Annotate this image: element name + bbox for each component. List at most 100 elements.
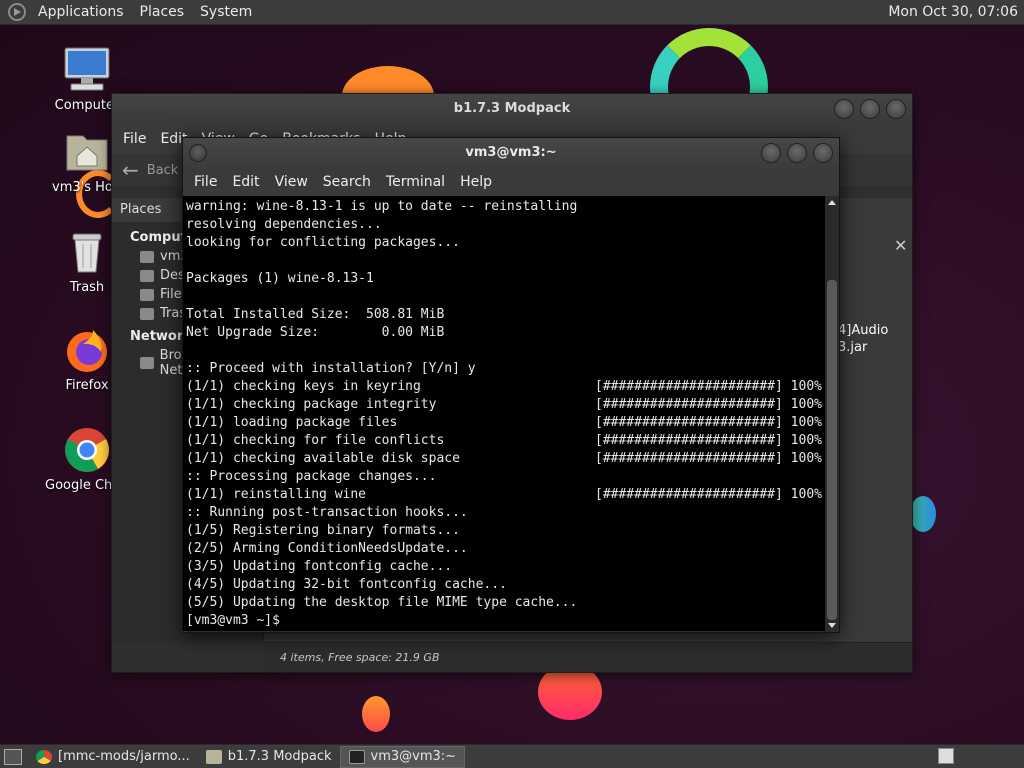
panel-clock[interactable]: Mon Oct 30, 07:06: [888, 0, 1018, 25]
terminal-line-text: Total Installed Size: 508.81 MiB: [186, 307, 445, 322]
scrollbar-thumb[interactable]: [827, 280, 837, 620]
terminal-line: (1/1) checking keys in keyring [#########…: [186, 378, 826, 396]
close-icon[interactable]: ✕: [894, 236, 907, 255]
minimize-button[interactable]: [761, 143, 781, 163]
home-icon: [140, 250, 154, 263]
scroll-up-icon[interactable]: [828, 200, 836, 205]
fm-menu-file[interactable]: File: [116, 131, 153, 147]
chrome-icon: [36, 749, 52, 764]
terminal-line-text: resolving dependencies...: [186, 217, 382, 232]
terminal-icon: [348, 749, 365, 764]
taskbar-item-terminal[interactable]: vm3@vm3:~: [339, 745, 466, 768]
term-menu-edit[interactable]: Edit: [225, 174, 267, 190]
wallpaper-blob: [362, 696, 390, 732]
term-menu-file[interactable]: File: [187, 174, 225, 190]
back-arrow-icon[interactable]: ←: [122, 158, 139, 182]
terminal-line-text: [vm3@vm3 ~]$: [186, 613, 288, 628]
terminal-line-text: (2/5) Arming ConditionNeedsUpdate...: [186, 541, 468, 556]
terminal-line-text: Net Upgrade Size: 0.00 MiB: [186, 325, 445, 340]
terminal-line-text: (1/1) checking keys in keyring: [186, 379, 421, 394]
applications-menu[interactable]: Applications: [30, 0, 132, 25]
terminal-progress-bar: [######################] 100%: [595, 433, 822, 448]
terminal-line-text: :: Running post-transaction hooks...: [186, 505, 468, 520]
terminal-progress-bar: [######################] 100%: [595, 487, 822, 502]
term-menu-search[interactable]: Search: [316, 174, 379, 190]
terminal-line: Total Installed Size: 508.81 MiB: [186, 306, 826, 324]
show-desktop-icon[interactable]: [4, 748, 22, 765]
term-menu-help[interactable]: Help: [453, 174, 500, 190]
chrome-icon: [63, 426, 111, 474]
file-label-line: 3.jar: [838, 340, 868, 355]
file-item-label[interactable]: 4]Audio 3.jar: [838, 322, 888, 356]
terminal-line: (4/5) Updating 32-bit fontconfig cache..…: [186, 576, 826, 594]
firefox-icon: [63, 326, 111, 374]
file-manager-statusbar: 4 items, Free space: 21.9 GB: [264, 642, 912, 672]
terminal-line-text: (1/1) reinstalling wine: [186, 487, 367, 502]
terminal-line-text: (1/1) checking package integrity: [186, 397, 437, 412]
terminal-line: (1/1) checking for file conflicts [######…: [186, 432, 826, 450]
back-button[interactable]: Back: [147, 163, 179, 178]
terminal-progress-bar: [######################] 100%: [595, 451, 822, 466]
terminal-line: :: Running post-transaction hooks...: [186, 504, 826, 522]
terminal-line: (3/5) Updating fontconfig cache...: [186, 558, 826, 576]
file-label-line: 4]Audio: [838, 323, 889, 338]
desktop-icon: [140, 269, 154, 282]
system-menu[interactable]: System: [192, 0, 260, 25]
bottom-panel: [mmc-mods/jarmo... b1.7.3 Modpack vm3@vm…: [0, 744, 1024, 768]
minimize-button[interactable]: [834, 99, 854, 119]
home-folder-icon: [63, 128, 111, 176]
terminal-line: warning: wine-8.13-1 is up to date -- re…: [186, 198, 826, 216]
terminal-line: (5/5) Updating the desktop file MIME typ…: [186, 594, 826, 612]
terminal-line: Packages (1) wine-8.13-1: [186, 270, 826, 288]
scroll-down-icon[interactable]: [828, 623, 836, 628]
terminal-menubar: File Edit View Search Terminal Help: [183, 168, 839, 196]
terminal-line: resolving dependencies...: [186, 216, 826, 234]
term-menu-view[interactable]: View: [268, 174, 316, 190]
maximize-button[interactable]: [787, 143, 807, 163]
terminal-line: (1/1) reinstalling wine [################…: [186, 486, 826, 504]
wallpaper-blob: [910, 496, 936, 532]
workspace-switcher[interactable]: [938, 748, 954, 764]
terminal-line: :: Proceed with installation? [Y/n] y: [186, 360, 826, 378]
distro-logo-icon[interactable]: [8, 3, 26, 21]
network-icon: [140, 357, 154, 369]
taskbar-item-chrome[interactable]: [mmc-mods/jarmo...: [28, 746, 198, 768]
terminal-progress-bar: [######################] 100%: [595, 397, 822, 412]
terminal-line-text: (1/1) loading package files: [186, 415, 398, 430]
terminal-line: Net Upgrade Size: 0.00 MiB: [186, 324, 826, 342]
term-menu-terminal[interactable]: Terminal: [379, 174, 453, 190]
terminal-line: [vm3@vm3 ~]$: [186, 612, 826, 630]
trash-icon: [140, 307, 154, 320]
window-menu-button[interactable]: [189, 144, 207, 162]
maximize-button[interactable]: [860, 99, 880, 119]
terminal-line-text: Packages (1) wine-8.13-1: [186, 271, 374, 286]
file-manager-titlebar[interactable]: b1.7.3 Modpack: [112, 94, 912, 124]
terminal-titlebar[interactable]: vm3@vm3:~: [183, 138, 839, 168]
terminal-line: (2/5) Arming ConditionNeedsUpdate...: [186, 540, 826, 558]
terminal-line: :: Processing package changes...: [186, 468, 826, 486]
terminal-output[interactable]: warning: wine-8.13-1 is up to date -- re…: [183, 196, 826, 631]
places-menu[interactable]: Places: [132, 0, 193, 25]
terminal-window[interactable]: vm3@vm3:~ File Edit View Search Terminal…: [182, 137, 840, 633]
terminal-line: (1/1) checking package integrity [#######…: [186, 396, 826, 414]
taskbar-item-file-manager[interactable]: b1.7.3 Modpack: [198, 746, 340, 768]
close-button[interactable]: [813, 143, 833, 163]
close-button[interactable]: [886, 99, 906, 119]
top-panel: Applications Places System Mon Oct 30, 0…: [0, 0, 1024, 25]
terminal-scrollbar[interactable]: [825, 196, 839, 631]
terminal-line: (1/1) checking available disk space [####…: [186, 450, 826, 468]
terminal-progress-bar: [######################] 100%: [595, 379, 822, 394]
terminal-line-text: (3/5) Updating fontconfig cache...: [186, 559, 453, 574]
terminal-line-text: (1/1) checking available disk space: [186, 451, 460, 466]
terminal-line-text: :: Processing package changes...: [186, 469, 437, 484]
terminal-line: looking for conflicting packages...: [186, 234, 826, 252]
computer-icon: [63, 46, 111, 94]
terminal-line-text: :: Proceed with installation? [Y/n] y: [186, 361, 476, 376]
terminal-line-text: (1/5) Registering binary formats...: [186, 523, 460, 538]
terminal-line-text: (5/5) Updating the desktop file MIME typ…: [186, 595, 578, 610]
terminal-progress-bar: [######################] 100%: [595, 415, 822, 430]
taskbar-item-label: b1.7.3 Modpack: [227, 749, 332, 764]
